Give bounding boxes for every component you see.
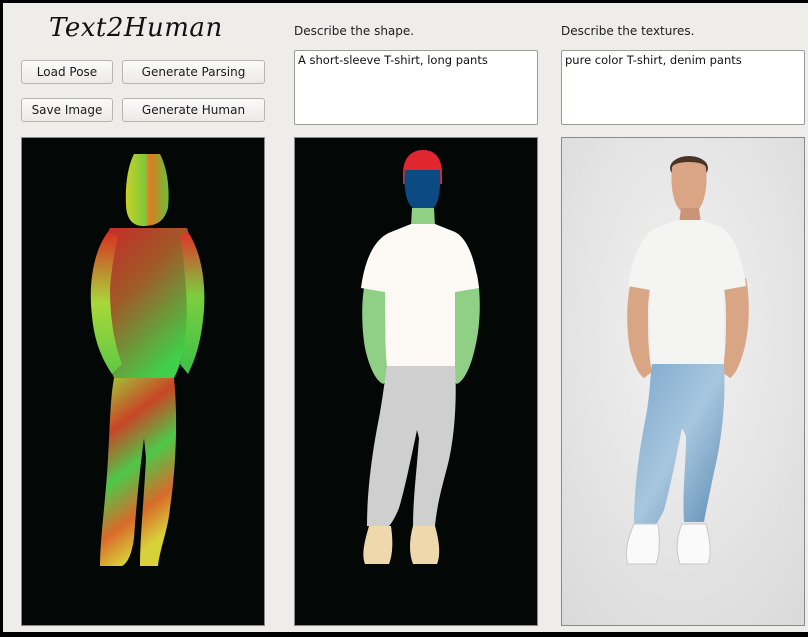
texture-label: Describe the textures. [561, 24, 695, 38]
shape-description-input[interactable]: A short-sleeve T-shirt, long pants [294, 50, 538, 125]
load-pose-button[interactable]: Load Pose [21, 60, 113, 84]
app-window: Text2Human Load Pose Generate Parsing Sa… [0, 0, 808, 637]
parsing-neck [411, 208, 435, 226]
parsing-right-shoe [410, 526, 440, 564]
generate-human-button[interactable]: Generate Human [122, 98, 265, 122]
app-title: Text2Human [49, 13, 223, 43]
save-image-button[interactable]: Save Image [21, 98, 113, 122]
generated-human-photo [562, 138, 804, 625]
parsing-map-figure [361, 150, 480, 564]
parsing-left-shoe [363, 526, 393, 564]
parsing-image-panel [294, 137, 538, 626]
shape-label: Describe the shape. [294, 24, 415, 38]
parsing-face [404, 170, 441, 211]
texture-description-input[interactable]: pure color T-shirt, denim pants [561, 50, 805, 125]
generated-human-panel [561, 137, 805, 626]
human-right-shoe [676, 523, 711, 565]
pose-image-panel [21, 137, 265, 626]
parsing-pants [367, 366, 456, 526]
pose-head [125, 154, 169, 226]
pose-legs [100, 378, 177, 566]
generate-parsing-button[interactable]: Generate Parsing [122, 60, 265, 84]
pose-densepose-figure [90, 154, 205, 566]
human-left-shoe [625, 523, 660, 565]
